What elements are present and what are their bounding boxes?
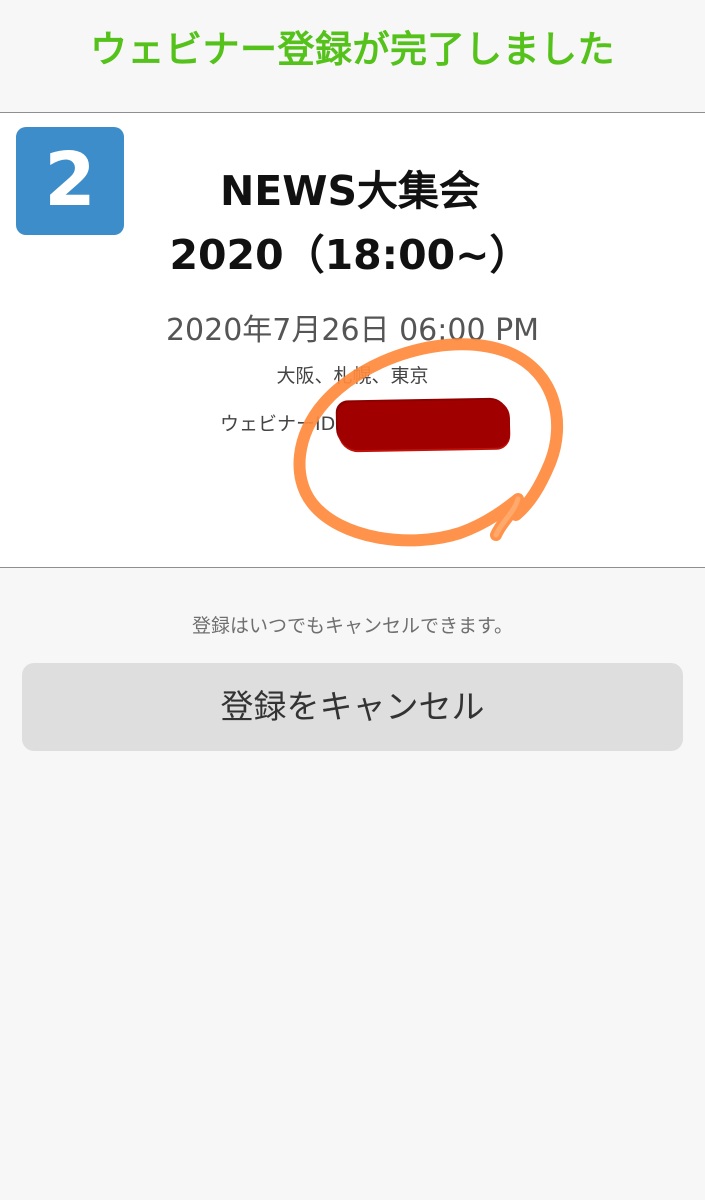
redaction-mark	[337, 399, 511, 451]
step-badge: 2	[16, 127, 124, 235]
cancel-registration-button[interactable]: 登録をキャンセル	[22, 663, 683, 751]
event-card: 2 NEWS大集会 2020（18:00~） 2020年7月26日 06:00 …	[0, 113, 705, 568]
webinar-id-label: ウェビナーID	[220, 413, 336, 435]
event-datetime: 2020年7月26日 06:00 PM	[165, 313, 540, 348]
page-header: ウェビナー登録が完了しました	[0, 0, 705, 113]
step-number: 2	[44, 137, 96, 223]
cancel-note: 登録はいつでもキャンセルできます。	[191, 615, 514, 637]
event-title: NEWS大集会	[219, 167, 481, 215]
registration-complete-title: ウェビナー登録が完了しました	[90, 28, 615, 71]
event-title-time: 2020（18:00~）	[169, 231, 531, 279]
event-location: 大阪、札幌、東京	[276, 365, 429, 387]
cancel-registration-label: 登録をキャンセル	[220, 687, 485, 726]
